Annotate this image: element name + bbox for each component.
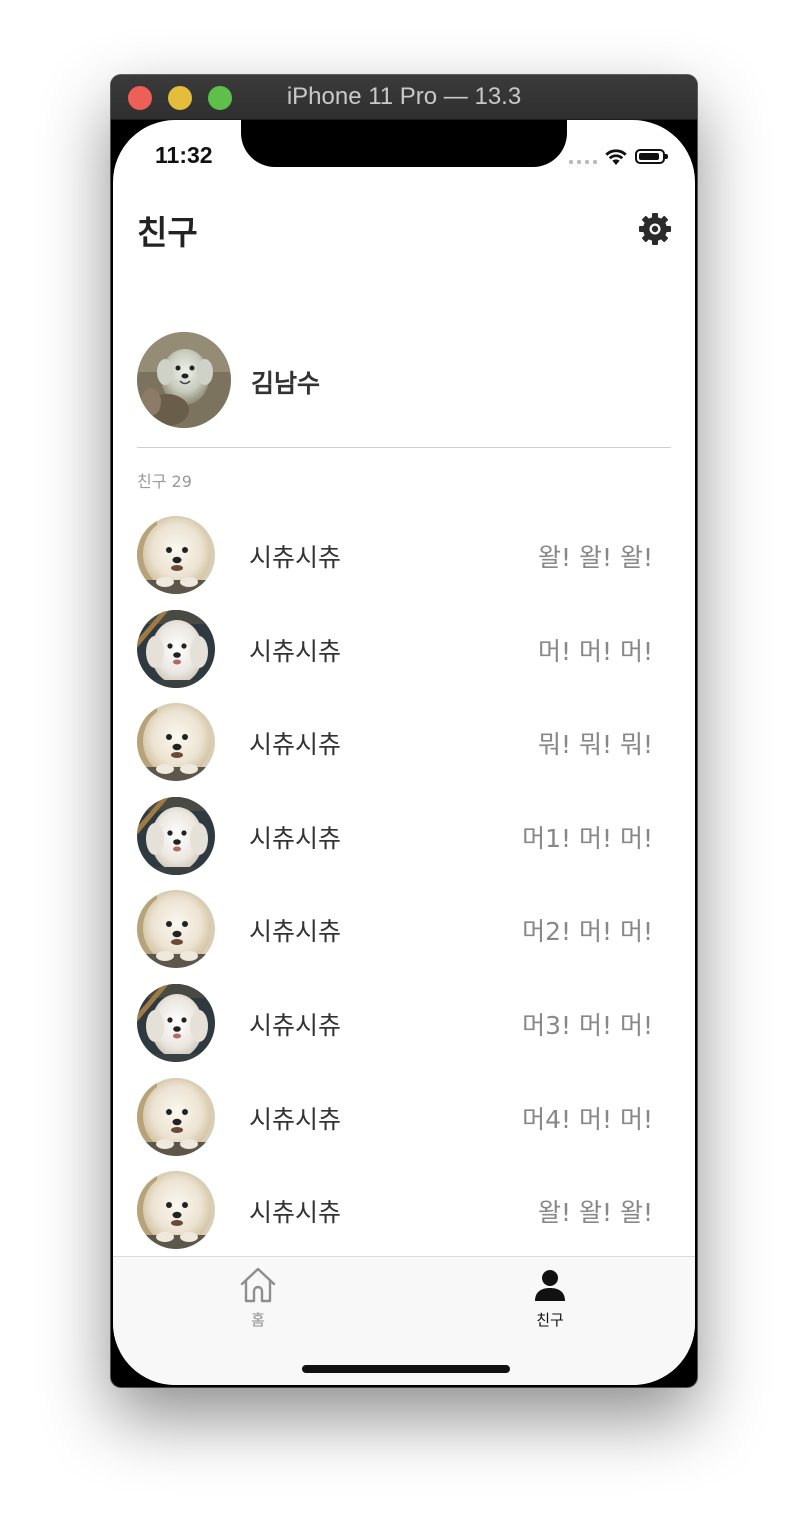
friend-status-message: 뭐! 뭐! 뭐! — [538, 730, 653, 759]
tab-friends-label: 친구 — [536, 1311, 564, 1329]
friend-row[interactable]: 시츄시츄 머2! 머! 머! — [113, 890, 695, 970]
friend-name: 시츄시츄 — [249, 824, 342, 853]
friend-name: 시츄시츄 — [249, 1198, 342, 1227]
friend-row[interactable]: 시츄시츄 왈! 왈! 왈! — [113, 1171, 695, 1251]
battery-icon — [635, 149, 668, 164]
friend-avatar[interactable] — [137, 984, 215, 1062]
signal-icon — [569, 160, 597, 164]
gear-icon[interactable] — [637, 211, 673, 247]
friend-row[interactable]: 시츄시츄 왈! 왈! 왈! — [113, 516, 695, 596]
friend-row[interactable]: 시츄시츄 머4! 머! 머! — [113, 1078, 695, 1158]
my-profile-avatar[interactable] — [137, 332, 231, 428]
friend-avatar[interactable] — [137, 703, 215, 781]
window-titlebar: iPhone 11 Pro — 13.3 — [111, 75, 697, 120]
wifi-icon — [605, 149, 627, 165]
friend-name: 시츄시츄 — [249, 637, 342, 666]
friend-status-message: 왈! 왈! 왈! — [538, 543, 653, 572]
page-title: 친구 — [137, 213, 198, 252]
friend-status-message: 머! 머! 머! — [538, 637, 653, 666]
friend-status-message: 왈! 왈! 왈! — [538, 1198, 653, 1227]
friends-count-label: 친구 29 — [137, 472, 192, 491]
friend-name: 시츄시츄 — [249, 917, 342, 946]
friend-avatar[interactable] — [137, 610, 215, 688]
friend-row[interactable]: 시츄시츄 머3! 머! 머! — [113, 984, 695, 1064]
friend-name: 시츄시츄 — [249, 1105, 342, 1134]
phone-screen: 11:32 친구 김남수 친구 29 시츄시츄 왈! 왈! 왈! 시츄시츄 머!… — [113, 120, 695, 1385]
my-profile-name: 김남수 — [251, 369, 321, 398]
friend-status-message: 머3! 머! 머! — [522, 1011, 653, 1040]
friend-row[interactable]: 시츄시츄 뭐! 뭐! 뭐! — [113, 703, 695, 783]
friend-status-message: 머4! 머! 머! — [522, 1105, 653, 1134]
friend-row[interactable]: 시츄시츄 머! 머! 머! — [113, 610, 695, 690]
tab-friends[interactable]: 친구 — [490, 1265, 610, 1330]
notch — [241, 120, 567, 167]
tab-home[interactable]: 홈 — [198, 1265, 318, 1330]
section-divider — [137, 447, 671, 448]
friend-avatar[interactable] — [137, 890, 215, 968]
friend-name: 시츄시츄 — [249, 730, 342, 759]
simulator-window: iPhone 11 Pro — 13.3 11:32 친구 김남수 친구 29 … — [111, 75, 697, 1387]
friend-status-message: 머1! 머! 머! — [522, 824, 653, 853]
status-time: 11:32 — [155, 142, 213, 168]
friend-name: 시츄시츄 — [249, 1011, 342, 1040]
window-title: iPhone 11 Pro — 13.3 — [286, 83, 522, 110]
friend-avatar[interactable] — [137, 1171, 215, 1249]
friend-avatar[interactable] — [137, 797, 215, 875]
friend-name: 시츄시츄 — [249, 543, 342, 572]
friend-status-message: 머2! 머! 머! — [522, 917, 653, 946]
friend-avatar[interactable] — [137, 516, 215, 594]
friend-avatar[interactable] — [137, 1078, 215, 1156]
friend-row[interactable]: 시츄시츄 머1! 머! 머! — [113, 797, 695, 877]
home-icon — [240, 1267, 276, 1303]
home-indicator — [302, 1365, 510, 1373]
person-icon — [535, 1270, 565, 1301]
tab-home-label: 홈 — [251, 1311, 265, 1329]
